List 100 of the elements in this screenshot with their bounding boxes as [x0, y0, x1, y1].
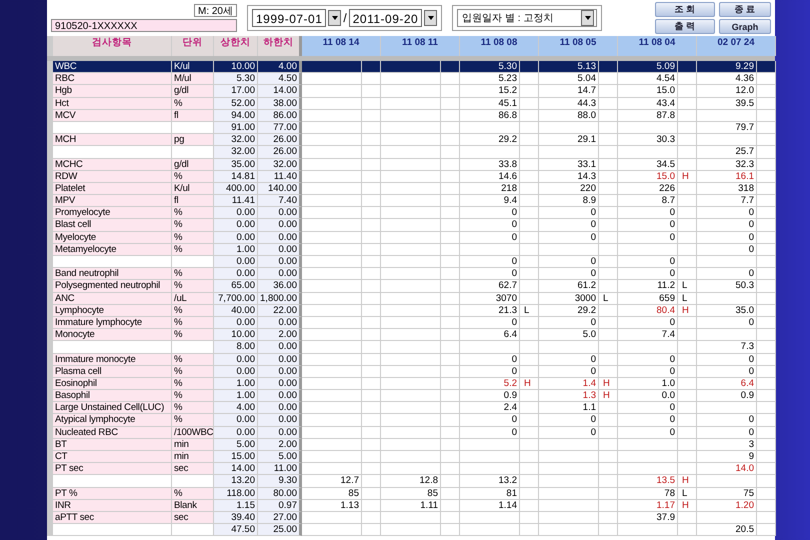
unit-cell: fl	[172, 110, 214, 122]
result-cell: 318	[697, 182, 757, 196]
lower-limit-cell: 0.00	[258, 354, 302, 366]
caret-icon	[428, 16, 434, 20]
result-cell: 0	[539, 232, 599, 244]
result-cell: 21.3	[460, 304, 520, 317]
result-cell: 4.36	[697, 73, 757, 86]
result-cell: 0.9	[460, 390, 520, 402]
upper-limit-cell: 1.00	[214, 378, 258, 390]
upper-limit-cell: 0.00	[214, 354, 258, 366]
test-name-cell: MCHC	[53, 158, 172, 171]
unit-cell: /uL	[172, 292, 214, 305]
result-cell: 45.1	[460, 98, 520, 110]
test-name-cell: Promyelocyte	[53, 207, 172, 220]
date-column-header[interactable]: 11 08 04	[618, 36, 697, 56]
result-cell: 5.0	[539, 329, 599, 342]
result-cell: 0	[697, 268, 757, 280]
result-cell: 0	[697, 414, 757, 427]
result-cell: 0	[618, 232, 678, 244]
result-cell: 7.7	[697, 195, 757, 208]
date-column-header[interactable]: 11 08 08	[460, 36, 539, 56]
date-column-header[interactable]: 11 08 14	[302, 36, 381, 56]
date-column-header[interactable]: 11 08 05	[539, 36, 618, 56]
result-cell: 0	[618, 366, 678, 378]
unit-cell: %	[172, 366, 214, 378]
test-name-cell: Basophil	[53, 390, 172, 402]
unit-cell: %	[172, 244, 214, 256]
age-field[interactable]: M: 20세	[194, 4, 237, 17]
result-cell: 0	[460, 268, 520, 280]
table-row[interactable]: 47.50 25.00 20.5	[47, 524, 775, 536]
test-name-cell: Platelet	[53, 182, 172, 196]
result-cell: 15.0	[618, 85, 678, 98]
dropdown-button[interactable]	[581, 10, 594, 26]
result-cell: 50.3	[697, 280, 757, 293]
lower-limit-cell: 0.00	[258, 256, 302, 268]
lower-limit-cell: 0.00	[258, 390, 302, 402]
result-cell: 20.5	[697, 524, 757, 536]
id-field[interactable]: 910520-1XXXXXX	[51, 19, 237, 32]
result-cell: 12.8	[381, 475, 441, 488]
unit-cell: %	[172, 98, 214, 110]
view-select[interactable]: 입원일자 별 : 고정치	[457, 9, 598, 27]
test-name-cell: Plasma cell	[53, 366, 172, 378]
upper-limit-cell: 10.00	[214, 61, 258, 74]
lower-limit-cell: 2.00	[258, 329, 302, 342]
upper-limit-cell: 1.15	[214, 500, 258, 512]
upper-limit-cell: 39.40	[214, 512, 258, 524]
result-cell: 25.7	[697, 146, 757, 158]
test-name-cell: Large Unstained Cell(LUC)	[53, 402, 172, 414]
toolbar-button[interactable]: 출 력	[655, 19, 715, 34]
result-cell: 0	[618, 354, 678, 366]
upper-limit-cell: 4.00	[214, 402, 258, 414]
flag-cell: L	[678, 292, 697, 305]
date-column-header[interactable]: 11 08 11	[381, 36, 460, 56]
toolbar-button[interactable]: 조 회	[655, 2, 715, 17]
result-cell: 35.0	[697, 304, 757, 317]
test-name-cell: PT sec	[53, 463, 172, 476]
result-cell: 88.0	[539, 110, 599, 122]
unit-cell: %	[172, 219, 214, 232]
unit-cell: g/dl	[172, 158, 214, 171]
upper-limit-cell: 8.00	[214, 341, 258, 354]
upper-limit-cell: 0.00	[214, 207, 258, 220]
result-cell: 0	[539, 426, 599, 439]
date-field[interactable]: 2011-09-20	[348, 9, 422, 27]
separator-text: /	[343, 11, 347, 25]
lower-limit-cell: 0.00	[258, 207, 302, 220]
result-cell: 0	[539, 414, 599, 427]
toolbar-button[interactable]: Graph	[719, 19, 771, 34]
result-cell: 13.2	[460, 475, 520, 488]
date-field[interactable]: 1999-07-01	[252, 9, 326, 27]
column-header: 단위	[172, 36, 214, 56]
result-cell: 9.29	[697, 61, 757, 74]
lower-limit-cell: 26.00	[258, 134, 302, 146]
unit-cell: %	[172, 207, 214, 220]
unit-cell: %	[172, 170, 214, 183]
result-cell: 0	[460, 426, 520, 439]
date-column-header[interactable]: 02 07 24	[697, 36, 776, 56]
result-cell: 79.7	[697, 122, 757, 134]
dropdown-button[interactable]	[424, 10, 438, 26]
result-cell: 5.13	[539, 61, 599, 74]
result-cell: 8.7	[618, 195, 678, 208]
unit-cell: %	[172, 232, 214, 244]
result-cell: 33.1	[539, 158, 599, 171]
result-cell: 1.4	[539, 378, 599, 390]
upper-limit-cell: 14.00	[214, 463, 258, 476]
result-cell: 6.4	[697, 378, 757, 390]
upper-limit-cell: 15.00	[214, 451, 258, 464]
dropdown-button[interactable]	[328, 10, 342, 26]
result-cell: 3	[697, 438, 757, 451]
toolbar-button[interactable]: 종 료	[719, 2, 771, 17]
lower-limit-cell: 0.00	[258, 341, 302, 354]
upper-limit-cell: 65.00	[214, 280, 258, 293]
lower-limit-cell: 0.00	[258, 316, 302, 330]
result-cell: 1.3	[539, 390, 599, 402]
result-cell: 0	[460, 366, 520, 378]
result-cell: 0	[618, 316, 678, 330]
table-row[interactable]: WBC K/ul 10.00 4.00 5.30 5.13 5.09 9.29	[47, 61, 775, 74]
flag-cell: H	[520, 378, 539, 390]
result-cell: 0	[539, 268, 599, 280]
result-cell: 0	[697, 219, 757, 232]
result-cell: 0	[539, 207, 599, 220]
